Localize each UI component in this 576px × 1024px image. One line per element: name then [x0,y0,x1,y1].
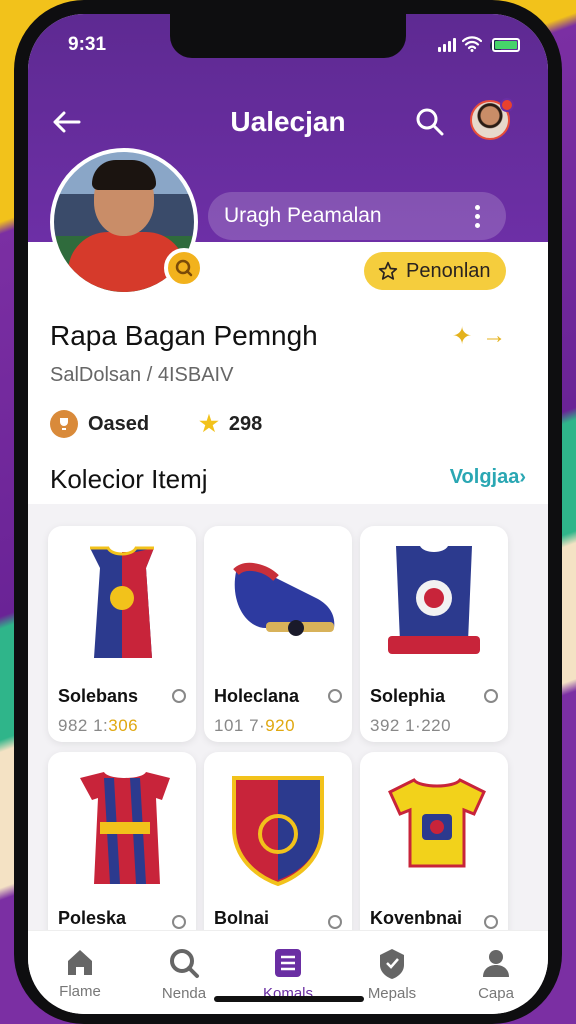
status-icons [438,36,520,52]
stat-value: 298 [228,412,263,435]
info-icon[interactable] [328,915,342,929]
collection-card[interactable]: Solephia 392 1·220 [360,526,508,742]
info-icon[interactable] [328,689,342,703]
nav-label: Mepals [367,985,417,1002]
battery-icon [492,38,520,52]
home-icon [68,950,92,975]
item-value: 392 1·220 [370,716,452,735]
star-icon: ★ [199,411,219,436]
item-value: 982 1:306 [58,716,139,735]
jersey-icon [90,546,154,658]
profile-name: Rapa Bagan Pemngh [50,320,318,351]
info-icon[interactable] [172,689,186,703]
search-icon [416,108,444,136]
boot-icon [233,562,335,636]
coin-badge-icon [164,248,204,288]
phone-frame: 9:31 Ualecjan Uragh Peamalan Penonlan Ra… [14,0,562,1024]
nav-label: Nenda [161,985,207,1002]
status-time: 9:31 [68,34,107,55]
app-screen: 9:31 Ualecjan Uragh Peamalan Penonlan Ra… [28,14,548,1014]
shirt-icon [388,778,486,868]
view-all-link[interactable]: Volgjaa› [450,466,526,489]
premium-button[interactable]: Penonlan [364,252,506,290]
item-name: Solebans [58,686,139,706]
profile-icon [483,950,509,977]
user-avatar[interactable] [470,98,514,140]
item-name: Holeclana [214,686,300,706]
badge-icon [380,949,404,979]
star-outline-icon [378,261,398,280]
profile-menu-pill[interactable]: Uragh Peamalan [208,192,506,240]
nav-item-collection[interactable]: Komals [243,947,333,1002]
sparkle-icon[interactable]: ✦ [452,322,472,351]
profile-stats: Oased ★ 298 [50,410,262,438]
nav-label: Flame [59,983,101,1000]
info-icon[interactable] [484,915,498,929]
item-name: Kovenbnai [370,908,463,928]
collection-card[interactable]: Holeclana 101 7·920 [204,526,352,742]
item-value: 101 7·920 [214,716,296,735]
section-title: Kolecior Itemj [50,464,208,494]
notch [170,14,502,58]
home-indicator[interactable] [214,996,364,1002]
search-button[interactable] [412,104,448,140]
item-name: Bolnai [214,908,270,928]
item-name: Poleska [58,908,127,928]
search-icon [170,949,199,978]
profile-actions: ✦ → [452,322,506,351]
pill-label: Uragh Peamalan [224,204,382,227]
shield-icon [232,776,324,887]
nav-item-profile[interactable]: Capa [451,947,541,1002]
arrow-right-icon[interactable]: → [482,322,506,351]
top-app-bar: Ualecjan [28,94,548,150]
nav-label: Capa [478,985,514,1002]
more-options-icon[interactable] [469,199,486,234]
stat-label: Oased [88,412,150,435]
collection-grid: Solebans 982 1:306 Holeclana 101 7·920 S… [48,526,528,968]
notification-dot [500,98,514,112]
nav-item-search[interactable]: Nenda [139,947,229,1002]
jersey-icon [80,772,170,884]
info-icon[interactable] [172,915,186,929]
info-icon[interactable] [484,689,498,703]
item-name: Solephia [370,686,446,706]
nav-item-badges[interactable]: Mepals [347,947,437,1002]
signal-icon [438,38,456,52]
premium-label: Penonlan [406,259,491,282]
profile-subtitle: SalDolsan / 4ISBAIV [50,364,234,386]
collection-icon [275,949,301,977]
trophy-icon [50,410,78,438]
wifi-icon [462,36,482,52]
nav-item-home[interactable]: Flame [35,947,125,1000]
crest-icon [388,546,480,654]
collection-card[interactable]: Solebans 982 1:306 [48,526,196,742]
